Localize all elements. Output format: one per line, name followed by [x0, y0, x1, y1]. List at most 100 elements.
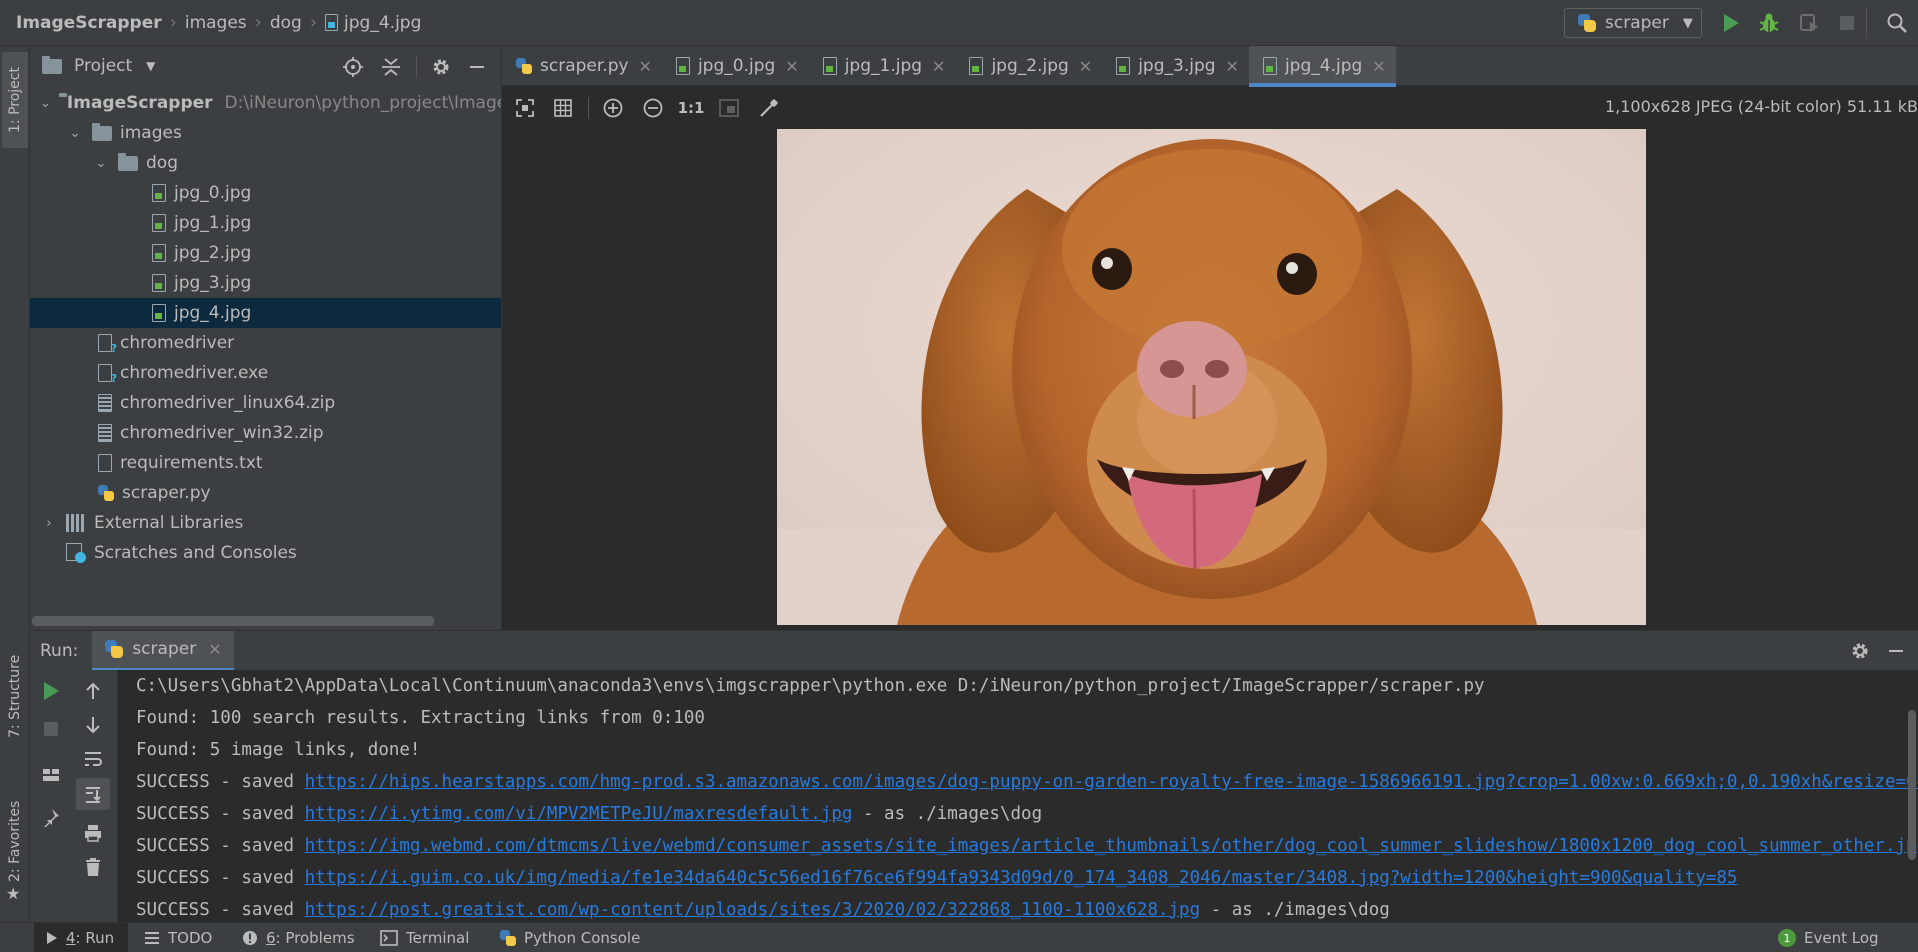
folder-icon	[42, 55, 62, 74]
run-tab-scraper[interactable]: scraper ✕	[92, 630, 234, 671]
stop-button[interactable]	[38, 716, 64, 742]
image-file-icon	[152, 304, 166, 322]
clear-all-button[interactable]	[80, 854, 106, 880]
tool-window-python-console[interactable]: Python Console	[500, 923, 640, 952]
horizontal-scrollbar[interactable]	[32, 616, 434, 626]
tree-item-label: jpg_1.jpg	[174, 213, 252, 233]
scroll-up-button[interactable]	[80, 678, 106, 704]
soft-wrap-button[interactable]	[80, 746, 106, 772]
close-icon[interactable]: ✕	[932, 57, 945, 76]
locate-file-button[interactable]	[342, 56, 364, 78]
tool-window-problems[interactable]: 6: Problems	[242, 923, 355, 952]
crosshair-icon	[343, 57, 363, 77]
pin-tab-button[interactable]	[38, 804, 64, 830]
run-button[interactable]	[1718, 10, 1744, 36]
actual-size-button[interactable]: 1:1	[678, 95, 705, 121]
tree-item-dog[interactable]: ⌄ dog	[30, 148, 501, 178]
hide-run-panel-button[interactable]	[1884, 639, 1908, 663]
fit-zoom-button[interactable]	[716, 95, 742, 121]
chevron-down-icon[interactable]: ▼	[146, 59, 155, 73]
console-link[interactable]: https://hips.hearstapps.com/hmg-prod.s3.…	[305, 772, 1918, 792]
tree-item-external-libraries[interactable]: › External Libraries	[30, 508, 501, 538]
fit-to-window-button[interactable]	[512, 95, 538, 121]
scroll-to-end-button[interactable]	[76, 778, 110, 810]
image-file-icon	[152, 214, 166, 232]
breadcrumb-project[interactable]: ImageScrapper	[16, 13, 162, 33]
console-link[interactable]: https://i.ytimg.com/vi/MPV2METPeJU/maxre…	[305, 804, 853, 824]
debug-button[interactable]	[1756, 10, 1782, 36]
event-count-badge: 1	[1778, 929, 1796, 947]
close-icon[interactable]: ✕	[1372, 57, 1385, 76]
tab-label: jpg_3.jpg	[1138, 56, 1216, 76]
vertical-scrollbar[interactable]	[1908, 710, 1916, 860]
tree-item-jpg-3[interactable]: jpg_3.jpg	[30, 268, 501, 298]
scroll-down-button[interactable]	[80, 712, 106, 738]
restore-layout-button[interactable]	[38, 762, 64, 788]
close-icon[interactable]: ✕	[1079, 57, 1092, 76]
tree-item-images[interactable]: ⌄ images	[30, 118, 501, 148]
color-picker-button[interactable]	[756, 95, 782, 121]
collapse-all-button[interactable]	[380, 56, 402, 78]
tree-item-scraper-py[interactable]: scraper.py	[30, 478, 501, 508]
run-console-output[interactable]: C:\Users\Gbhat2\AppData\Local\Continuum\…	[118, 670, 1918, 922]
image-file-icon	[675, 57, 690, 75]
toggle-grid-button[interactable]	[550, 95, 576, 121]
search-everywhere-button[interactable]	[1884, 10, 1910, 36]
tree-item-jpg-1[interactable]: jpg_1.jpg	[30, 208, 501, 238]
run-configuration-dropdown[interactable]: scraper ▼	[1564, 8, 1702, 38]
console-link[interactable]: https://i.guim.co.uk/img/media/fe1e34da6…	[305, 868, 1738, 888]
tool-window-tab-project[interactable]: 1: Project	[2, 52, 28, 148]
zoom-in-button[interactable]	[600, 95, 626, 121]
gear-icon	[1852, 643, 1868, 659]
console-link[interactable]: https://img.webmd.com/dtmcms/live/webmd/…	[305, 836, 1918, 856]
breadcrumb-images[interactable]: images	[185, 13, 247, 33]
close-icon[interactable]: ✕	[639, 57, 652, 76]
tab-jpg-1[interactable]: jpg_1.jpg ✕	[809, 46, 956, 86]
tree-item-scratches-and-consoles[interactable]: Scratches and Consoles	[30, 538, 501, 568]
tool-window-todo[interactable]: TODO	[144, 923, 212, 952]
console-text: - as ./images\dog	[1200, 900, 1390, 920]
expanded-arrow-icon[interactable]: ⌄	[92, 156, 110, 171]
tool-window-event-log[interactable]: 1 Event Log	[1778, 923, 1879, 952]
breadcrumb-dog[interactable]: dog	[270, 13, 302, 33]
hide-panel-button[interactable]	[466, 56, 488, 78]
tree-item-jpg-2[interactable]: jpg_2.jpg	[30, 238, 501, 268]
tree-item-chromedriver-exe[interactable]: chromedriver.exe	[30, 358, 501, 388]
tree-item-chromedriver[interactable]: chromedriver	[30, 328, 501, 358]
tab-jpg-4[interactable]: jpg_4.jpg ✕	[1248, 46, 1396, 87]
collapse-all-icon	[382, 58, 400, 76]
tree-item-chromedriver-linux64-zip[interactable]: chromedriver_linux64.zip	[30, 388, 501, 418]
tool-window-tab-structure[interactable]: 7: Structure	[2, 646, 28, 746]
tool-window-label: Event Log	[1804, 929, 1879, 947]
run-with-coverage-button[interactable]	[1796, 10, 1822, 36]
print-button[interactable]	[80, 820, 106, 846]
tree-item-project-root[interactable]: ⌄ ImageScrapper D:\iNeuron\python_projec…	[30, 88, 501, 118]
zoom-out-button[interactable]	[640, 95, 666, 121]
tool-window-terminal[interactable]: Terminal	[380, 923, 469, 952]
tab-scraper-py[interactable]: scraper.py ✕	[502, 46, 662, 86]
stop-button[interactable]	[1834, 10, 1860, 36]
close-icon[interactable]: ✕	[208, 640, 221, 659]
settings-button[interactable]	[430, 56, 452, 78]
expanded-arrow-icon[interactable]: ⌄	[66, 126, 84, 141]
expanded-arrow-icon[interactable]: ⌄	[40, 96, 51, 111]
tab-jpg-3[interactable]: jpg_3.jpg ✕	[1102, 46, 1249, 86]
rerun-button[interactable]	[38, 678, 64, 704]
tool-window-run[interactable]: 4: Run	[34, 923, 128, 952]
tree-item-requirements-txt[interactable]: requirements.txt	[30, 448, 501, 478]
tool-window-label: : Run	[75, 929, 115, 947]
tool-window-tab-favorites[interactable]: 2: Favorites	[2, 786, 28, 896]
close-icon[interactable]: ✕	[785, 57, 798, 76]
tree-item-chromedriver-win32-zip[interactable]: chromedriver_win32.zip	[30, 418, 501, 448]
tab-jpg-0[interactable]: jpg_0.jpg ✕	[662, 46, 809, 86]
run-settings-button[interactable]	[1848, 639, 1872, 663]
tree-item-jpg-0[interactable]: jpg_0.jpg	[30, 178, 501, 208]
close-icon[interactable]: ✕	[1226, 57, 1239, 76]
tab-jpg-2[interactable]: jpg_2.jpg ✕	[955, 46, 1102, 86]
tree-item-jpg-4[interactable]: jpg_4.jpg	[30, 298, 501, 328]
console-link[interactable]: https://post.greatist.com/wp-content/upl…	[305, 900, 1201, 920]
breadcrumb: ImageScrapper › images › dog › jpg_4.jpg	[0, 12, 427, 33]
project-view-selector[interactable]: Project	[74, 56, 132, 76]
breadcrumb-file[interactable]: jpg_4.jpg	[344, 13, 421, 33]
collapsed-arrow-icon[interactable]: ›	[40, 516, 58, 531]
